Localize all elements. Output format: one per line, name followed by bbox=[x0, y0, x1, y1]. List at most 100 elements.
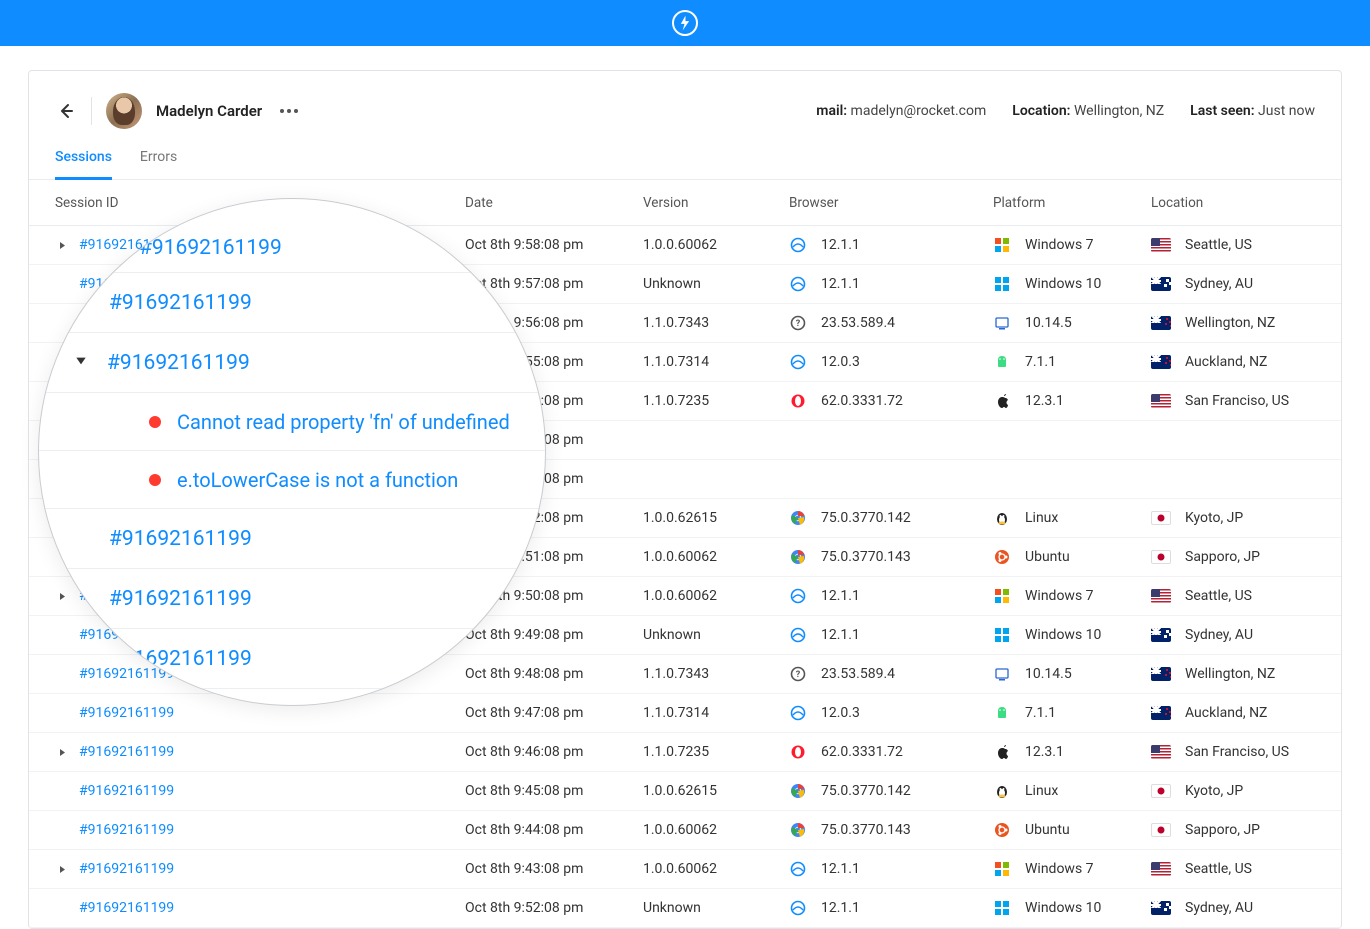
cell-location: Seattle, US bbox=[1151, 588, 1315, 604]
platform-name: 7.1.1 bbox=[1025, 705, 1056, 721]
session-link[interactable]: #91692161199 bbox=[109, 587, 252, 611]
location-text: San Franciso, US bbox=[1185, 393, 1289, 409]
user-name: Madelyn Carder bbox=[156, 102, 262, 120]
flag-us-icon bbox=[1151, 862, 1171, 876]
tab-sessions[interactable]: Sessions bbox=[55, 149, 112, 180]
platform-name: Ubuntu bbox=[1025, 822, 1070, 838]
session-link[interactable]: #91692161199 bbox=[139, 236, 282, 260]
cell-version: 1.0.0.60062 bbox=[643, 861, 789, 877]
cell-location: Kyoto, JP bbox=[1151, 783, 1315, 799]
top-bar bbox=[0, 0, 1370, 46]
browser-version: 23.53.589.4 bbox=[821, 666, 895, 682]
cell-location: San Franciso, US bbox=[1151, 393, 1315, 409]
cell-browser: 62.0.3331.72 bbox=[789, 392, 993, 410]
browser-version: 12.0.3 bbox=[821, 705, 860, 721]
flag-au-icon bbox=[1151, 628, 1171, 642]
platform-name: 10.14.5 bbox=[1025, 315, 1072, 331]
cell-platform: 12.3.1 bbox=[993, 743, 1151, 761]
cell-browser: 12.0.3 bbox=[789, 353, 993, 371]
mag-session-row[interactable]: #91692161199 bbox=[39, 273, 545, 333]
mac-icon bbox=[993, 665, 1011, 683]
location-text: Seattle, US bbox=[1185, 588, 1252, 604]
table-row[interactable]: #91692161199Oct 8th 9:45:08 pm1.0.0.6261… bbox=[29, 772, 1341, 811]
location-text: Kyoto, JP bbox=[1185, 783, 1243, 799]
mag-session-row[interactable]: #91692161199 bbox=[39, 223, 545, 273]
location-text: Sapporo, JP bbox=[1185, 549, 1260, 565]
mail-label: mail: bbox=[816, 103, 847, 119]
browser-version: 12.1.1 bbox=[821, 861, 860, 877]
avatar bbox=[106, 93, 142, 129]
tabs: Sessions Errors bbox=[29, 129, 1341, 180]
cell-location: Seattle, US bbox=[1151, 237, 1315, 253]
win10-icon bbox=[993, 275, 1011, 293]
cell-version: 1.1.0.7235 bbox=[643, 744, 789, 760]
platform-name: Linux bbox=[1025, 783, 1058, 799]
cell-version: Unknown bbox=[643, 900, 789, 916]
linux-icon bbox=[993, 782, 1011, 800]
cell-browser: 12.0.3 bbox=[789, 704, 993, 722]
session-link[interactable]: #91692161199 bbox=[109, 647, 252, 671]
mag-session-row[interactable]: #91692161199 bbox=[39, 509, 545, 569]
cell-version: 1.0.0.60062 bbox=[643, 588, 789, 604]
session-link[interactable]: #91692161199 bbox=[109, 291, 252, 315]
platform-name: Windows 10 bbox=[1025, 627, 1101, 643]
caret-down-icon[interactable] bbox=[75, 355, 87, 371]
session-link[interactable]: #91692161199 bbox=[79, 783, 174, 799]
table-row[interactable]: #91692161199 Oct 8th 9:43:08 pm1.0.0.6006… bbox=[29, 850, 1341, 889]
browser-version: 12.1.1 bbox=[821, 900, 860, 916]
ie-icon bbox=[789, 587, 807, 605]
table-row[interactable]: #91692161199Oct 8th 9:52:08 pmUnknown12.… bbox=[29, 889, 1341, 928]
win7-icon bbox=[993, 860, 1011, 878]
location-text: Auckland, NZ bbox=[1185, 354, 1267, 370]
mag-session-row[interactable]: #91692161199 bbox=[39, 569, 545, 629]
cell-platform: Windows 10 bbox=[993, 626, 1151, 644]
mail-value: madelyn@rocket.com bbox=[851, 103, 987, 119]
cell-browser: 12.1.1 bbox=[789, 275, 993, 293]
unknown-icon bbox=[789, 665, 807, 683]
session-link[interactable]: #91692161199 bbox=[79, 705, 174, 721]
location-text: Sydney, AU bbox=[1185, 276, 1253, 292]
cell-browser: 12.1.1 bbox=[789, 626, 993, 644]
ubuntu-icon bbox=[993, 821, 1011, 839]
session-link[interactable]: #91692161199 bbox=[79, 900, 174, 916]
mag-session-row[interactable]: #91692161199 bbox=[39, 629, 545, 689]
opera-icon bbox=[789, 743, 807, 761]
flag-nz-icon bbox=[1151, 355, 1171, 369]
browser-version: 12.1.1 bbox=[821, 276, 860, 292]
mag-error-row[interactable]: Cannot read property 'fn' of undefined bbox=[39, 393, 545, 451]
location-text: Seattle, US bbox=[1185, 861, 1252, 877]
win7-icon bbox=[993, 236, 1011, 254]
cell-location: Sydney, AU bbox=[1151, 900, 1315, 916]
opera-icon bbox=[789, 392, 807, 410]
session-link[interactable]: #91692161199 bbox=[79, 744, 174, 760]
cell-location: Wellington, NZ bbox=[1151, 666, 1315, 682]
table-row[interactable]: #91692161199Oct 8th 9:44:08 pm1.0.0.6006… bbox=[29, 811, 1341, 850]
more-button[interactable] bbox=[280, 109, 298, 113]
linux-icon bbox=[993, 509, 1011, 527]
session-link[interactable]: #91692161199 bbox=[79, 822, 174, 838]
caret-right-icon[interactable] bbox=[57, 865, 67, 874]
flag-nz-icon bbox=[1151, 667, 1171, 681]
cell-location: San Franciso, US bbox=[1151, 744, 1315, 760]
browser-version: 75.0.3770.143 bbox=[821, 549, 911, 565]
cell-version: 1.0.0.62615 bbox=[643, 783, 789, 799]
session-link[interactable]: #91692161199 bbox=[79, 861, 174, 877]
session-link[interactable]: #91692161199 bbox=[107, 351, 250, 375]
cell-platform: Ubuntu bbox=[993, 548, 1151, 566]
browser-version: 12.1.1 bbox=[821, 588, 860, 604]
mag-error-row[interactable]: e.toLowerCase is not a function bbox=[39, 451, 545, 509]
session-link[interactable]: #91692161199 bbox=[109, 527, 252, 551]
browser-version: 12.1.1 bbox=[821, 237, 860, 253]
apple-icon bbox=[993, 392, 1011, 410]
back-button[interactable] bbox=[55, 100, 77, 122]
mag-session-row-expanded[interactable]: #91692161199 bbox=[39, 333, 545, 393]
cell-date: Oct 8th 9:43:08 pm bbox=[465, 861, 643, 877]
tab-errors[interactable]: Errors bbox=[140, 149, 177, 179]
col-location: Location bbox=[1151, 195, 1315, 211]
browser-version: 12.0.3 bbox=[821, 354, 860, 370]
flag-au-icon bbox=[1151, 901, 1171, 915]
table-row[interactable]: #91692161199Oct 8th 9:46:08 pm1.1.0.7235… bbox=[29, 733, 1341, 772]
error-text: Cannot read property 'fn' of undefined bbox=[177, 410, 510, 434]
cell-platform: 7.1.1 bbox=[993, 704, 1151, 722]
caret-right-icon[interactable] bbox=[57, 748, 67, 757]
